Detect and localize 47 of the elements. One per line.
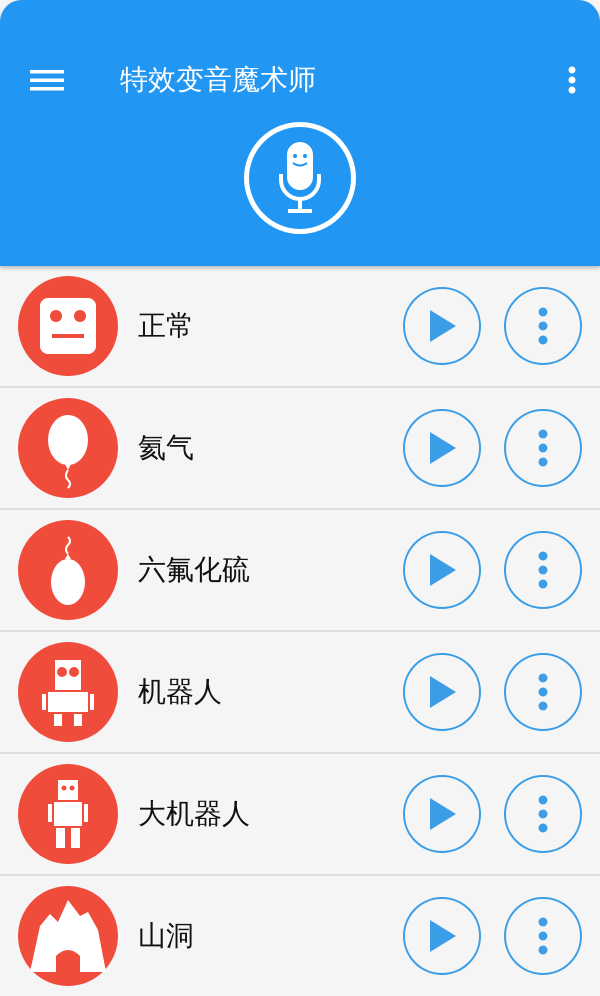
more-options-button[interactable] — [504, 409, 582, 487]
play-button[interactable] — [403, 775, 481, 853]
record-button[interactable] — [244, 122, 356, 234]
effect-row[interactable]: 正常 — [0, 266, 600, 388]
heavy-balloon-icon — [18, 520, 118, 620]
play-button[interactable] — [403, 653, 481, 731]
effect-row[interactable]: 氦气 — [0, 388, 600, 510]
more-icon — [538, 306, 548, 346]
play-button[interactable] — [403, 531, 481, 609]
play-icon — [427, 552, 457, 588]
effect-name: 大机器人 — [138, 796, 251, 832]
more-icon — [538, 794, 548, 834]
effect-row[interactable]: 山洞 — [0, 876, 600, 996]
more-icon — [568, 66, 576, 94]
effect-name: 正常 — [138, 308, 195, 344]
play-icon — [427, 674, 457, 710]
tall-robot-icon — [18, 764, 118, 864]
effect-name: 山洞 — [138, 918, 195, 954]
effect-name: 六氟化硫 — [138, 552, 251, 588]
cave-icon — [18, 886, 118, 986]
play-icon — [427, 918, 457, 954]
balloon-icon — [18, 398, 118, 498]
more-icon — [538, 672, 548, 712]
more-options-button[interactable] — [504, 653, 582, 731]
more-options-button[interactable] — [504, 897, 582, 975]
play-icon — [427, 308, 457, 344]
play-button[interactable] — [403, 897, 481, 975]
effect-name: 机器人 — [138, 674, 223, 710]
effect-row[interactable]: 六氟化硫 — [0, 510, 600, 632]
robot-icon — [18, 642, 118, 742]
more-options-button[interactable] — [504, 775, 582, 853]
play-button[interactable] — [403, 409, 481, 487]
more-icon — [538, 916, 548, 956]
face-icon — [18, 276, 118, 376]
microphone-icon — [276, 140, 324, 216]
effect-row[interactable]: 大机器人 — [0, 754, 600, 876]
play-icon — [427, 796, 457, 832]
more-options-button[interactable] — [504, 531, 582, 609]
app-title: 特效变音魔术师 — [120, 62, 317, 98]
play-icon — [427, 430, 457, 466]
effect-name: 氦气 — [138, 430, 195, 466]
more-icon — [538, 550, 548, 590]
menu-icon — [30, 68, 64, 92]
effect-row[interactable]: 机器人 — [0, 632, 600, 754]
more-icon — [538, 428, 548, 468]
more-options-button[interactable] — [504, 287, 582, 365]
play-button[interactable] — [403, 287, 481, 365]
